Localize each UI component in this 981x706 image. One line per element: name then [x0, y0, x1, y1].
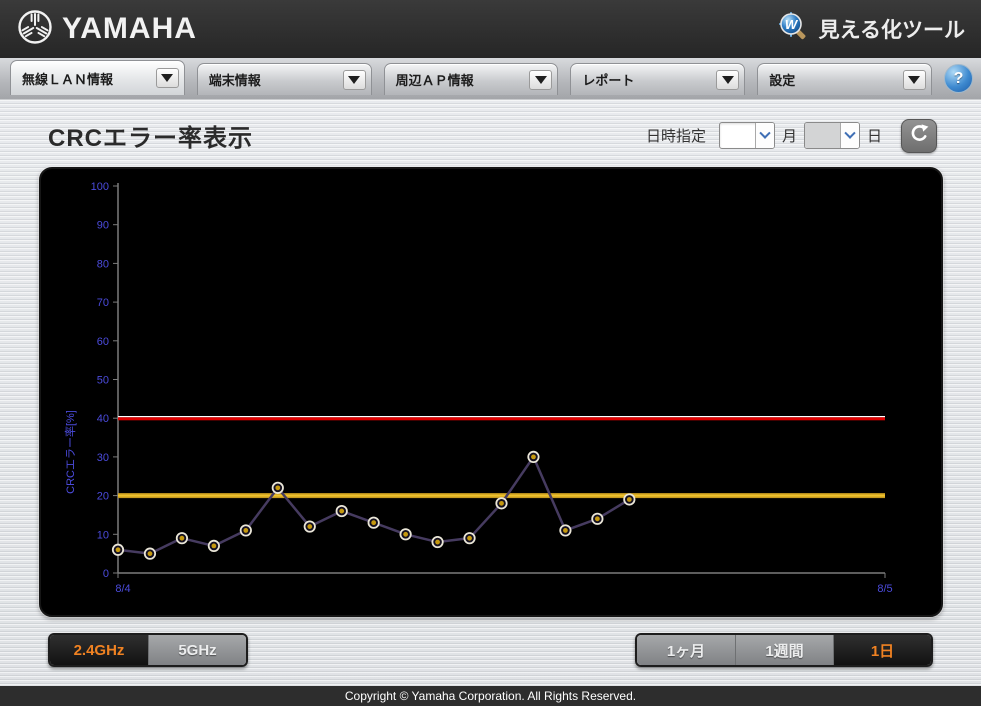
main-nav: 無線ＬＡＮ情報 端末情報 周辺ＡＰ情報 レポート 設定 ?	[0, 58, 981, 100]
tab-label: 設定	[769, 70, 795, 89]
dropdown-arrow-icon[interactable]	[343, 70, 366, 90]
tab-label: レポート	[582, 70, 634, 89]
tab-label: 周辺ＡＰ情報	[396, 70, 474, 89]
svg-text:10: 10	[96, 529, 108, 541]
svg-text:40: 40	[96, 413, 108, 425]
dropdown-arrow-icon[interactable]	[156, 68, 179, 88]
band-selector: 2.4GHz 5GHz	[48, 633, 248, 667]
tab-report[interactable]: レポート	[570, 63, 745, 95]
svg-text:30: 30	[96, 452, 108, 464]
svg-text:CRCエラー率[%]: CRCエラー率[%]	[63, 410, 77, 494]
app-title: W 見える化ツール	[777, 10, 965, 49]
svg-text:50: 50	[96, 375, 108, 387]
day-unit-label: 日	[867, 125, 882, 146]
svg-text:100: 100	[90, 181, 108, 193]
title-row: CRCエラー率表示 日時指定 月 日	[0, 100, 981, 167]
period-1week-button[interactable]: 1週間	[735, 635, 833, 665]
band-2-4ghz-button[interactable]: 2.4GHz	[50, 635, 148, 665]
tab-nearby-ap-info[interactable]: 周辺ＡＰ情報	[384, 63, 559, 95]
band-5ghz-button[interactable]: 5GHz	[148, 635, 246, 665]
day-select[interactable]	[804, 122, 860, 149]
brand-text: YAMAHA	[62, 12, 197, 46]
datetime-label: 日時指定	[646, 125, 706, 146]
crc-error-chart: 0 10 20 30 40 50 60 70 80 90 100 8/4 8/5 CRCエラー率[%]	[41, 169, 941, 620]
svg-text:8/4: 8/4	[115, 583, 130, 595]
tab-label: 端末情報	[209, 70, 261, 89]
svg-text:60: 60	[96, 336, 108, 348]
svg-text:70: 70	[96, 297, 108, 309]
svg-text:20: 20	[96, 491, 108, 503]
period-1month-button[interactable]: 1ヶ月	[637, 635, 735, 665]
refresh-icon	[909, 123, 930, 149]
yamaha-logo-icon	[16, 8, 54, 51]
tab-settings[interactable]: 設定	[757, 63, 932, 95]
svg-text:0: 0	[102, 568, 108, 580]
app-header: YAMAHA W 見える化ツール	[0, 0, 981, 58]
dropdown-arrow-icon[interactable]	[529, 70, 552, 90]
svg-text:8/5: 8/5	[877, 583, 892, 595]
month-select-value	[720, 123, 755, 148]
svg-text:90: 90	[96, 220, 108, 232]
page-title: CRCエラー率表示	[48, 118, 253, 153]
dropdown-arrow-icon[interactable]	[716, 70, 739, 90]
period-selector: 1ヶ月 1週間 1日	[635, 633, 933, 667]
tab-terminal-info[interactable]: 端末情報	[197, 63, 372, 95]
day-select-value	[805, 123, 840, 148]
help-button[interactable]: ?	[944, 64, 973, 93]
chevron-down-icon	[755, 123, 774, 148]
month-select[interactable]	[719, 122, 775, 149]
crc-error-chart-panel: 0 10 20 30 40 50 60 70 80 90 100 8/4 8/5 CRCエラー率[%]	[39, 167, 943, 617]
magnifier-w-icon: W	[777, 10, 811, 49]
copyright-text: Copyright © Yamaha Corporation. All Righ…	[345, 689, 636, 703]
svg-text:80: 80	[96, 258, 108, 270]
bottom-controls: 2.4GHz 5GHz 1ヶ月 1週間 1日	[0, 617, 981, 667]
refresh-button[interactable]	[901, 119, 937, 153]
period-1day-button[interactable]: 1日	[833, 635, 931, 665]
app-title-text: 見える化ツール	[819, 14, 965, 44]
svg-text:W: W	[784, 17, 798, 32]
month-unit-label: 月	[782, 125, 797, 146]
yamaha-brand: YAMAHA	[16, 8, 197, 51]
tab-label: 無線ＬＡＮ情報	[22, 69, 113, 88]
footer: Copyright © Yamaha Corporation. All Righ…	[0, 686, 981, 706]
tab-wireless-lan-info[interactable]: 無線ＬＡＮ情報	[10, 60, 185, 95]
dropdown-arrow-icon[interactable]	[903, 70, 926, 90]
chevron-down-icon	[840, 123, 859, 148]
datetime-picker: 日時指定 月 日	[646, 119, 937, 153]
